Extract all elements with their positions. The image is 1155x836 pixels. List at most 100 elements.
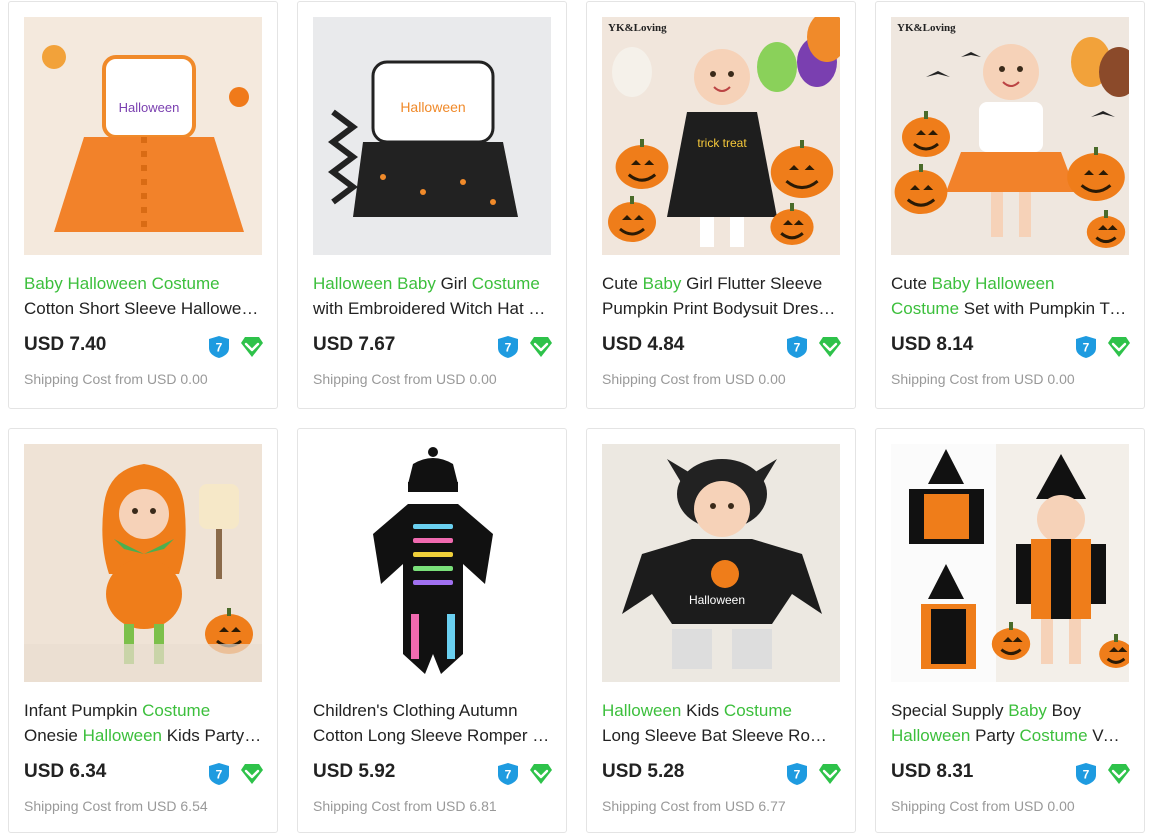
product-price: USD 8.14 [891, 334, 974, 355]
title-text: Boy [1046, 701, 1081, 720]
product-title-line[interactable]: Long Sleeve Bat Sleeve Romper with Hat [602, 723, 840, 748]
product-title-line[interactable]: Infant Pumpkin Costume [24, 698, 262, 723]
svg-text:trick treat: trick treat [697, 136, 747, 150]
product-title-line[interactable]: with Embroidered Witch Hat Romper Dress … [313, 296, 551, 321]
diamond-icon [529, 336, 553, 358]
shipping-cost: Shipping Cost from USD 0.00 [602, 371, 786, 387]
keyword-highlight: Costume [471, 274, 540, 293]
product-card[interactable]: trick treat YK&Loving Cute Baby Girl Flu… [586, 1, 856, 409]
product-title-line[interactable]: Costume Set with Pumpkin Tutu Skirt [891, 296, 1129, 321]
svg-text:Halloween: Halloween [400, 99, 465, 115]
product-image[interactable] [24, 444, 262, 682]
product-badges: 7 [1075, 335, 1131, 359]
title-text: Infant Pumpkin [24, 701, 143, 720]
product-title-line[interactable]: Cute Baby Halloween [891, 271, 1129, 296]
product-badges: 7 [786, 335, 842, 359]
product-card[interactable]: Infant Pumpkin Costume Onesie Halloween … [8, 428, 278, 833]
product-title[interactable]: Halloween Kids Costume Long Sleeve Bat S… [602, 698, 840, 748]
diamond-icon [529, 763, 553, 785]
product-title-line[interactable]: Halloween Party Costume Vest Romper Set [891, 723, 1129, 748]
keyword-highlight: Halloween [891, 726, 971, 745]
product-title[interactable]: Special Supply Baby Boy Halloween Party … [891, 698, 1129, 748]
keyword-highlight: Costume [1019, 726, 1088, 745]
keyword-highlight: Halloween [602, 701, 682, 720]
keyword-highlight: Baby [1008, 701, 1047, 720]
keyword-highlight: Halloween [82, 726, 162, 745]
product-title-line[interactable]: Halloween Baby Girl Costume [313, 271, 551, 296]
svg-text:7: 7 [505, 341, 512, 355]
product-badges: 7 [786, 762, 842, 786]
seven-day-return-icon: 7 [497, 762, 519, 786]
product-title-line[interactable]: Cotton Long Sleeve Romper Skeleton Print [313, 723, 551, 748]
product-card[interactable]: Halloween Baby Halloween Costume Cotton … [8, 1, 278, 409]
shipping-cost: Shipping Cost from USD 0.00 [891, 371, 1075, 387]
product-title-line[interactable]: Onesie Halloween Kids Party Hooded Rompe… [24, 723, 262, 748]
product-price: USD 8.31 [891, 761, 974, 782]
product-title-line[interactable]: Cute Baby Girl Flutter Sleeve [602, 271, 840, 296]
product-card[interactable]: Halloween Halloween Kids Costume Long Sl… [586, 428, 856, 833]
seven-day-return-icon: 7 [786, 762, 808, 786]
title-text: Long Sleeve Bat Sleeve Romper with Hat [602, 726, 840, 745]
product-title-line[interactable]: Baby Halloween Costume [24, 271, 262, 296]
product-image[interactable] [313, 444, 551, 682]
svg-text:Halloween: Halloween [119, 100, 180, 115]
seven-day-return-icon: 7 [1075, 335, 1097, 359]
svg-text:7: 7 [1083, 341, 1090, 355]
product-card[interactable]: Children's Clothing Autumn Cotton Long S… [297, 428, 567, 833]
product-badges: 7 [208, 335, 264, 359]
svg-text:7: 7 [505, 768, 512, 782]
product-title[interactable]: Children's Clothing Autumn Cotton Long S… [313, 698, 551, 748]
title-text: Pumpkin Print Bodysuit Dress Halloween [602, 299, 840, 318]
diamond-icon [240, 336, 264, 358]
product-title-line[interactable]: Special Supply Baby Boy [891, 698, 1129, 723]
product-image[interactable]: Halloween [24, 17, 262, 255]
title-text: Children's Clothing Autumn [313, 701, 518, 720]
title-text: Girl [435, 274, 472, 293]
shipping-cost: Shipping Cost from USD 0.00 [24, 371, 208, 387]
product-title[interactable]: Cute Baby Halloween Costume Set with Pum… [891, 271, 1129, 321]
product-image[interactable]: Halloween [602, 444, 840, 682]
product-card[interactable]: YK&Loving Cute Baby Halloween Costume Se… [875, 1, 1145, 409]
product-grid: Halloween Baby Halloween Costume Cotton … [0, 0, 1155, 836]
product-badges: 7 [208, 762, 264, 786]
product-title[interactable]: Halloween Baby Girl Costume with Embroid… [313, 271, 551, 321]
title-text: Cute [602, 274, 643, 293]
product-price: USD 7.67 [313, 334, 396, 355]
product-title-line[interactable]: Cotton Short Sleeve Halloween Romper Tut… [24, 296, 262, 321]
product-title-line[interactable]: Halloween Kids Costume [602, 698, 840, 723]
keyword-highlight: Costume [723, 701, 792, 720]
shipping-cost: Shipping Cost from USD 0.00 [891, 798, 1075, 814]
product-badges: 7 [497, 762, 553, 786]
product-card[interactable]: Special Supply Baby Boy Halloween Party … [875, 428, 1145, 833]
svg-text:7: 7 [1083, 768, 1090, 782]
keyword-highlight: Baby [642, 274, 682, 293]
title-text: Party [970, 726, 1020, 745]
title-text: Kids [681, 701, 724, 720]
product-title[interactable]: Cute Baby Girl Flutter Sleeve Pumpkin Pr… [602, 271, 840, 321]
svg-text:7: 7 [794, 341, 801, 355]
product-title-line[interactable]: Pumpkin Print Bodysuit Dress Halloween [602, 296, 840, 321]
product-title-line[interactable]: Children's Clothing Autumn [313, 698, 551, 723]
product-image[interactable] [891, 444, 1129, 682]
title-text: Cute [891, 274, 932, 293]
keyword-highlight: Baby Halloween Costume [24, 274, 220, 293]
product-price: USD 7.40 [24, 334, 107, 355]
keyword-highlight: Baby Halloween [931, 274, 1055, 293]
title-text: Cotton Long Sleeve Romper Skeleton Print [313, 726, 551, 745]
product-card[interactable]: Halloween Halloween Baby Girl Costume wi… [297, 1, 567, 409]
title-text: with Embroidered Witch Hat Romper Dress … [313, 299, 551, 318]
svg-text:7: 7 [794, 768, 801, 782]
product-image[interactable]: trick treat YK&Loving [602, 17, 840, 255]
seven-day-return-icon: 7 [208, 335, 230, 359]
diamond-icon [1107, 763, 1131, 785]
product-title[interactable]: Baby Halloween Costume Cotton Short Slee… [24, 271, 262, 321]
diamond-icon [818, 336, 842, 358]
svg-text:Halloween: Halloween [689, 593, 745, 607]
product-image[interactable]: YK&Loving [891, 17, 1129, 255]
product-title[interactable]: Infant Pumpkin Costume Onesie Halloween … [24, 698, 262, 748]
keyword-highlight: Costume [142, 701, 211, 720]
product-image[interactable]: Halloween [313, 17, 551, 255]
keyword-highlight: Halloween [313, 274, 398, 293]
shipping-cost: Shipping Cost from USD 6.77 [602, 798, 786, 814]
product-price: USD 5.92 [313, 761, 396, 782]
